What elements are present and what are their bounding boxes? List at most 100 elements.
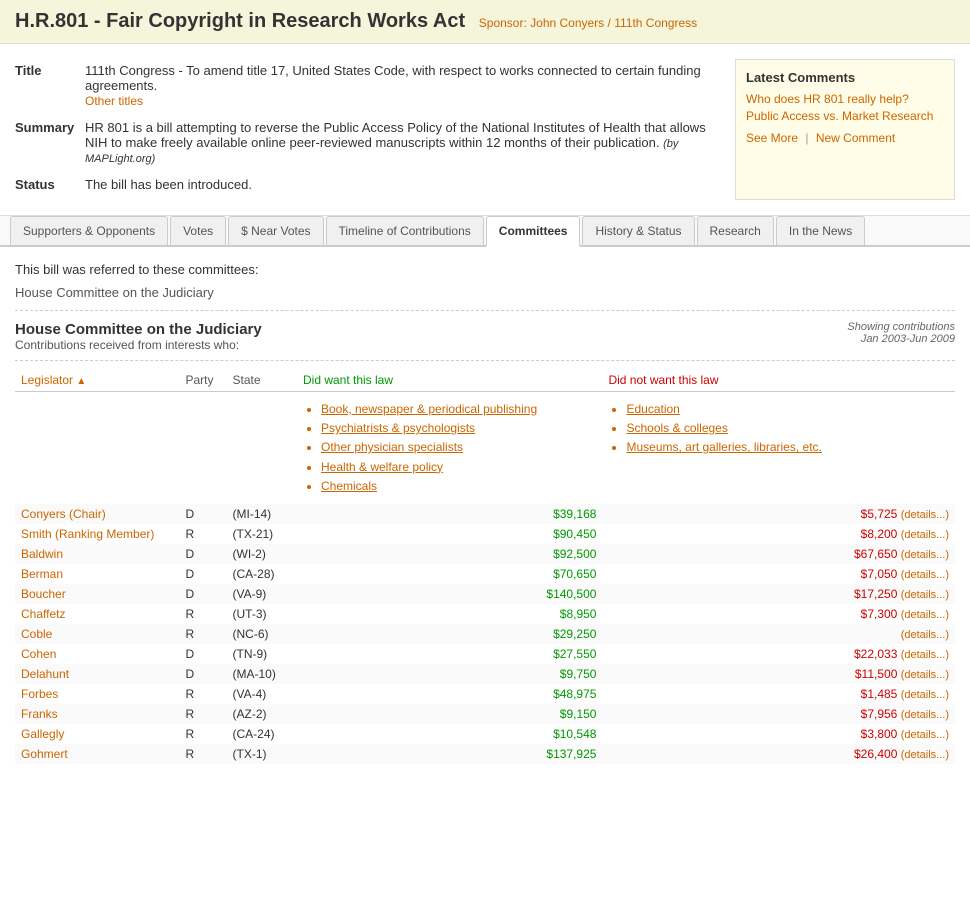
did-interest-item[interactable]: Chemicals (321, 477, 596, 496)
table-row: Smith (Ranking Member)R(TX-21)$90,450$8,… (15, 524, 955, 544)
legislator-link[interactable]: Franks (21, 707, 58, 721)
did-interest-item[interactable]: Book, newspaper & periodical publishing (321, 400, 596, 419)
details-link[interactable]: (details...) (901, 749, 949, 761)
did-interests-cell: Book, newspaper & periodical publishingP… (297, 392, 602, 504)
legislator-name-cell: Berman (15, 564, 179, 584)
didnot-interests-list: EducationSchools & collegesMuseums, art … (608, 400, 949, 458)
didnot-interest-item[interactable]: Schools & colleges (626, 419, 949, 438)
legislator-link[interactable]: Baldwin (21, 547, 63, 561)
legislator-didnot-cell: $11,500 (details...) (602, 664, 955, 684)
col-header-state: State (227, 369, 297, 392)
details-link[interactable]: (details...) (901, 689, 949, 701)
details-link[interactable]: (details...) (901, 529, 949, 541)
legislator-state-cell: (MI-14) (227, 504, 297, 524)
didnot-amount: $7,300 (861, 607, 901, 621)
didnot-interest-item[interactable]: Museums, art galleries, libraries, etc. (626, 438, 949, 457)
legislator-party-cell: R (179, 704, 226, 724)
details-link[interactable]: (details...) (901, 709, 949, 721)
other-titles-link[interactable]: Other titles (85, 94, 143, 108)
legislator-party-cell: R (179, 684, 226, 704)
title-content: 111th Congress - To amend title 17, Unit… (85, 59, 720, 116)
table-row: Conyers (Chair) D(MI-14)$39,168 $5,725 (de… (15, 504, 955, 524)
table-row: BermanD(CA-28)$70,650$7,050 (details...) (15, 564, 955, 584)
tab-history---status[interactable]: History & Status (582, 216, 694, 245)
legislator-did-cell: $9,150 (297, 704, 602, 724)
tab---near-votes[interactable]: $ Near Votes (228, 216, 323, 245)
sponsor-info: Sponsor: John Conyers / 111th Congress (479, 16, 697, 30)
table-row: DelahuntD(MA-10)$9,750$11,500 (details..… (15, 664, 955, 684)
summary-label: Summary (15, 116, 85, 173)
legislator-state-cell: (WI-2) (227, 544, 297, 564)
did-interest-item[interactable]: Psychiatrists & psychologists (321, 419, 596, 438)
did-interests-list: Book, newspaper & periodical publishingP… (303, 400, 596, 496)
legislator-didnot-cell: $7,956 (details...) (602, 704, 955, 724)
legislator-state-cell: (TN-9) (227, 644, 297, 664)
legislator-link[interactable]: Cohen (21, 647, 56, 661)
showing-contributions: Showing contributions Jan 2003-Jun 2009 (847, 321, 955, 345)
col-header-didnot: Did not want this law (602, 369, 955, 392)
legislator-did-cell: $39,168 (297, 504, 602, 524)
tab-committees[interactable]: Committees (486, 216, 581, 247)
comment-link[interactable]: Who does HR 801 really help? Public Acce… (746, 91, 944, 125)
did-interest-item[interactable]: Health & welfare policy (321, 458, 596, 477)
tab-research[interactable]: Research (697, 216, 774, 245)
legislator-didnot-cell: $17,250 (details...) (602, 584, 955, 604)
legislator-didnot-cell: $26,400 (details...) (602, 744, 955, 764)
legislator-link[interactable]: Gallegly (21, 727, 64, 741)
new-comment-link[interactable]: New Comment (816, 131, 895, 145)
details-link[interactable]: (details...) (901, 569, 949, 581)
tab-in-the-news[interactable]: In the News (776, 216, 865, 245)
table-row: CohenD(TN-9)$27,550$22,033 (details...) (15, 644, 955, 664)
legislator-did-cell: $70,650 (297, 564, 602, 584)
details-link[interactable]: (details...) (901, 649, 949, 661)
legislator-state-cell: (CA-24) (227, 724, 297, 744)
legislator-name-cell: Boucher (15, 584, 179, 604)
details-link[interactable]: (details...) (901, 509, 949, 521)
see-more-link[interactable]: See More (746, 131, 798, 145)
details-link[interactable]: (details...) (901, 549, 949, 561)
legislator-name-cell: Chaffetz (15, 604, 179, 624)
col-header-legislator[interactable]: Legislator ▲ (15, 369, 179, 392)
table-row: FranksR(AZ-2)$9,150$7,956 (details...) (15, 704, 955, 724)
legislator-name-cell: Conyers (Chair) (15, 504, 179, 524)
legislator-link[interactable]: Gohmert (21, 747, 68, 761)
legislator-party-cell: D (179, 584, 226, 604)
legislator-state-cell: (TX-1) (227, 744, 297, 764)
legislator-link[interactable]: Delahunt (21, 667, 69, 681)
legislator-link[interactable]: Chaffetz (21, 607, 65, 621)
legislator-name-cell: Baldwin (15, 544, 179, 564)
details-link[interactable]: (details...) (901, 729, 949, 741)
legislator-name-cell: Franks (15, 704, 179, 724)
didnot-interest-item[interactable]: Education (626, 400, 949, 419)
tab-votes[interactable]: Votes (170, 216, 226, 245)
legislator-link[interactable]: Forbes (21, 687, 58, 701)
tab-supporters---opponents[interactable]: Supporters & Opponents (10, 216, 168, 245)
details-link[interactable]: (details...) (901, 669, 949, 681)
legislator-link[interactable]: Conyers (Chair) (21, 507, 106, 521)
legislator-link[interactable]: Boucher (21, 587, 66, 601)
didnot-amount: $5,725 (861, 507, 901, 521)
legislator-link[interactable]: Coble (21, 627, 52, 641)
title-label: Title (15, 59, 85, 116)
legislator-link[interactable]: Smith (Ranking Member) (21, 527, 154, 541)
details-link[interactable]: (details...) (901, 589, 949, 601)
legislator-link[interactable]: Berman (21, 567, 63, 581)
table-row: BaldwinD(WI-2)$92,500$67,650 (details...… (15, 544, 955, 564)
tab-timeline-of-contributions[interactable]: Timeline of Contributions (326, 216, 484, 245)
didnot-amount: $7,050 (861, 567, 901, 581)
details-link[interactable]: (details...) (901, 609, 949, 621)
legislator-state-cell: (VA-9) (227, 584, 297, 604)
legislator-didnot-cell: $8,200 (details...) (602, 524, 955, 544)
did-interest-item[interactable]: Other physician specialists (321, 438, 596, 457)
legislator-didnot-cell: $1,485 (details...) (602, 684, 955, 704)
details-link[interactable]: (details...) (901, 629, 949, 641)
didnot-amount: $3,800 (861, 727, 901, 741)
table-row: GalleglyR(CA-24)$10,548$3,800 (details..… (15, 724, 955, 744)
didnot-amount: $67,650 (854, 547, 901, 561)
legislator-state-cell: (VA-4) (227, 684, 297, 704)
sponsor-link[interactable]: John Conyers (530, 16, 604, 30)
legislator-party-cell: D (179, 504, 226, 524)
legislator-party-cell: R (179, 724, 226, 744)
legislator-party-cell: R (179, 524, 226, 544)
legislator-party-cell: D (179, 544, 226, 564)
